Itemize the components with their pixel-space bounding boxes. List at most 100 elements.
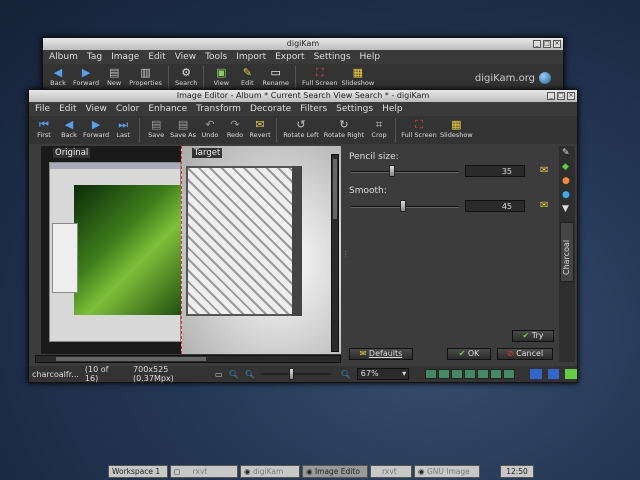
zoom-in-icon[interactable]: 🔍︎ xyxy=(245,370,255,379)
zoom-slider-handle[interactable] xyxy=(288,368,294,380)
zoom-slider[interactable] xyxy=(260,368,331,380)
color-managed-icon[interactable] xyxy=(565,369,577,379)
menu-enhance[interactable]: Enhance xyxy=(148,104,187,114)
forward-button[interactable]: ▶ Forward xyxy=(73,66,99,87)
new-button[interactable]: ▤ New xyxy=(103,66,125,87)
rotate-right-button[interactable]: ↻ Rotate Right xyxy=(323,118,365,139)
rename-button[interactable]: ▭ Rename xyxy=(262,66,289,87)
menu-view[interactable]: View xyxy=(175,52,196,62)
view-button[interactable]: ▣ View xyxy=(210,66,232,87)
menu-edit[interactable]: Edit xyxy=(59,104,76,114)
zoom-out-icon[interactable]: 🔍︎ xyxy=(229,370,239,379)
minimize-button[interactable]: _ xyxy=(533,40,541,48)
preview-vscroll[interactable] xyxy=(331,154,339,352)
vscroll-thumb[interactable] xyxy=(333,159,337,219)
reset-pencil-size-icon[interactable]: ✉ xyxy=(540,165,548,176)
charcoal-tab[interactable]: Charcoal xyxy=(560,222,574,282)
filter-icon[interactable]: ▼ xyxy=(562,204,569,214)
back-button[interactable]: ◀ Back xyxy=(47,66,69,87)
menu-settings[interactable]: Settings xyxy=(336,104,373,114)
close-button[interactable]: × xyxy=(567,92,575,100)
taskbar-item-rxvt[interactable]: ◻ rxvt xyxy=(170,465,238,478)
try-button[interactable]: ✔ Try xyxy=(512,330,554,342)
first-button[interactable]: ⏮ First xyxy=(33,118,55,139)
cancel-button[interactable]: ⊘ Cancel xyxy=(497,348,553,360)
last-button[interactable]: ⏭ Last xyxy=(112,118,134,139)
menu-album[interactable]: Album xyxy=(49,52,78,62)
view-mode-1[interactable] xyxy=(425,369,438,379)
menu-help[interactable]: Help xyxy=(382,104,403,114)
menu-filters[interactable]: Filters xyxy=(300,104,327,114)
view-mode-3[interactable] xyxy=(451,369,464,379)
taskbar-item-rxvt-2[interactable]: rxvt xyxy=(370,465,412,478)
preview-hscroll[interactable] xyxy=(35,355,341,363)
back-button[interactable]: ◀ Back xyxy=(58,118,80,139)
taskbar-item-image-editor[interactable]: ◉ Image Edito xyxy=(302,465,368,478)
fullscreen-icon: ⛶ xyxy=(415,118,423,131)
redo-button[interactable]: ↷ Redo xyxy=(224,118,246,139)
defaults-button[interactable]: ✉ Defaults xyxy=(349,348,413,360)
view-mode-7[interactable] xyxy=(503,369,516,379)
rotate-left-button[interactable]: ↺ Rotate Left xyxy=(282,118,320,139)
pencil-size-label: Pencil size: xyxy=(349,152,399,162)
reset-smooth-icon[interactable]: ✉ xyxy=(540,200,548,211)
zoom-combo[interactable]: 67% ▾ xyxy=(356,368,410,380)
save-button[interactable]: ▤ Save xyxy=(145,118,167,139)
fullscreen-button[interactable]: ⛶ Full Screen xyxy=(302,66,338,87)
view-mode-6[interactable] xyxy=(490,369,503,379)
menu-file[interactable]: File xyxy=(35,104,50,114)
minimize-button[interactable]: _ xyxy=(547,92,555,100)
crop-button[interactable]: ⌗ Crop xyxy=(368,118,390,139)
cancel-icon: ⊘ xyxy=(506,349,514,358)
undo-button[interactable]: ↶ Undo xyxy=(199,118,221,139)
smooth-slider-handle[interactable] xyxy=(399,200,406,212)
image-info-icon[interactable]: ● xyxy=(562,176,570,186)
menu-edit[interactable]: Edit xyxy=(148,52,165,62)
maximize-button[interactable]: □ xyxy=(557,92,565,100)
maximize-button[interactable]: □ xyxy=(543,40,551,48)
menu-settings[interactable]: Settings xyxy=(314,52,351,62)
fullscreen-button[interactable]: ⛶ Full Screen xyxy=(401,118,437,139)
menu-image[interactable]: Image xyxy=(111,52,139,62)
menu-view[interactable]: View xyxy=(86,104,107,114)
zoom-search-icon[interactable]: 🔍︎ xyxy=(341,370,351,379)
taskbar-item-digikam[interactable]: ◉ digiKam xyxy=(240,465,300,478)
menu-transform[interactable]: Transform xyxy=(196,104,241,114)
revert-button[interactable]: ✉ Revert xyxy=(249,118,271,139)
menu-decorate[interactable]: Decorate xyxy=(250,104,291,114)
close-button[interactable]: × xyxy=(553,40,561,48)
properties-button[interactable]: ▥ Properties xyxy=(129,66,162,87)
view-mode-2[interactable] xyxy=(438,369,451,379)
splitter-handle[interactable]: ⋮ xyxy=(342,250,349,260)
workspace-switcher[interactable]: Workspace 1 xyxy=(108,465,168,478)
location-icon[interactable]: ● xyxy=(562,190,570,200)
view-mode-5[interactable] xyxy=(477,369,490,379)
slideshow-button[interactable]: ▦ Slideshow xyxy=(342,66,375,87)
menu-help[interactable]: Help xyxy=(360,52,381,62)
forward-button[interactable]: ▶ Forward xyxy=(83,118,109,139)
pencil-size-slider[interactable] xyxy=(351,171,459,173)
search-button[interactable]: ⚙ Search xyxy=(175,66,197,87)
fullscreen-icon: ⛶ xyxy=(315,66,324,79)
menu-export[interactable]: Export xyxy=(275,52,304,62)
taskbar-item-gimp[interactable]: ◉ GNU Image xyxy=(414,465,480,478)
edit-tool-icon[interactable]: ✎ xyxy=(562,148,570,158)
hscroll-thumb[interactable] xyxy=(56,357,206,361)
menu-tools[interactable]: Tools xyxy=(205,52,227,62)
slideshow-button[interactable]: ▦ Slideshow xyxy=(440,118,473,139)
pencil-size-slider-handle[interactable] xyxy=(388,165,395,177)
view-mode-4[interactable] xyxy=(464,369,477,379)
overexposure-icon[interactable] xyxy=(547,369,560,379)
ok-button[interactable]: ✔ OK xyxy=(447,348,491,360)
menu-import[interactable]: Import xyxy=(236,52,266,62)
tag-icon[interactable]: ◆ xyxy=(562,162,569,172)
underexposure-icon[interactable] xyxy=(530,369,542,379)
edit-button[interactable]: ✎ Edit xyxy=(236,66,258,87)
menu-tag[interactable]: Tag xyxy=(87,52,102,62)
smooth-spinbox[interactable]: 45 xyxy=(465,200,525,212)
menu-color[interactable]: Color xyxy=(116,104,140,114)
preview-area[interactable]: Original Target xyxy=(41,146,341,354)
pencil-size-spinbox[interactable]: 35 xyxy=(465,165,525,177)
save-as-button[interactable]: ▤ Save As xyxy=(170,118,196,139)
zoom-to-fit-icon[interactable]: ▭ xyxy=(215,370,223,379)
